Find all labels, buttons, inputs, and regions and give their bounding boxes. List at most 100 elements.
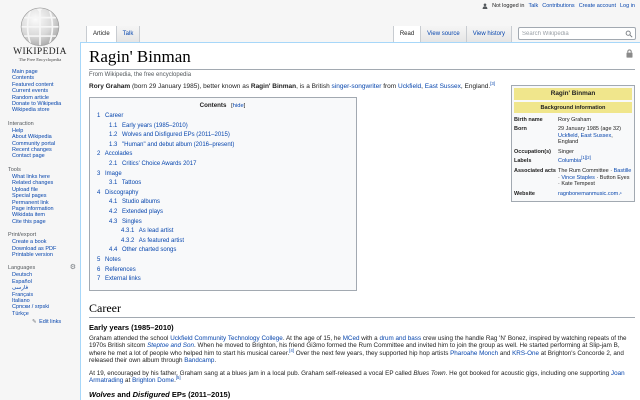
toc-entry[interactable]: 6 References — [97, 266, 348, 276]
view-tab[interactable]: View history — [465, 26, 512, 42]
toc-entry-number: 2 — [97, 151, 101, 158]
inline-link[interactable]: singer-songwriter — [332, 83, 382, 90]
toc-entry[interactable]: 1.1 Early years (1985–2010) — [109, 122, 348, 132]
toc-entry-number: 5 — [97, 256, 101, 263]
sidebar-item[interactable]: Printable version — [8, 252, 76, 258]
wikipedia-logo[interactable]: WIKIPEDIA The Free Encyclopedia — [0, 0, 80, 63]
view-tab[interactable]: Read — [392, 26, 421, 42]
toc-entry[interactable]: 1.3 "Human" and debut album (2016–presen… — [109, 141, 348, 151]
text-run: , England. — [460, 83, 491, 90]
infobox-row-value: ragnbonemanmusic.com↗ — [558, 191, 632, 198]
toc-entry[interactable]: 3 Image — [97, 170, 348, 180]
sidebar-section-title: Languages — [8, 265, 36, 272]
toc-hide-toggle[interactable]: [hide] — [231, 103, 245, 109]
search-icon[interactable] — [625, 30, 633, 38]
infobox-row: Born 29 January 1985 (age 32) Uckfield, … — [514, 125, 632, 148]
toc-entry-label: Tattoos — [121, 180, 142, 187]
toc-entry[interactable]: 4.1 Studio albums — [109, 198, 348, 208]
inline-link[interactable]: Brighton Dome — [132, 377, 174, 384]
padlock-icon[interactable] — [626, 49, 633, 58]
sidebar-section: Interaction Help About Wikipedia Community… — [0, 121, 80, 160]
inline-link[interactable]: MCed — [343, 335, 360, 342]
user-icon — [482, 3, 488, 9]
inline-link[interactable]: Vince Staples — [561, 175, 595, 181]
view-tab[interactable]: View source — [420, 26, 466, 42]
inline-link[interactable]: Uckfield — [398, 83, 421, 90]
inline-link[interactable]: Bandcamp — [184, 357, 214, 364]
toc-entry[interactable]: 1.2 Wolves and Disfigured EPs (2011–2015… — [109, 131, 348, 141]
toc-entry[interactable]: 5 Notes — [97, 256, 348, 266]
toc-entry[interactable]: 3.1 Tattoos — [109, 179, 348, 189]
page-tab[interactable]: Talk — [115, 26, 141, 42]
inline-link[interactable]: [3] — [490, 81, 495, 86]
sidebar-item[interactable]: Türkçe — [8, 311, 76, 317]
toc-entry[interactable]: 2.1 Critics' Choice Awards 2017 — [109, 160, 348, 170]
text-run: The Rum Committee · — [558, 168, 614, 175]
inline-link[interactable]: Steptoe and Son — [147, 342, 194, 349]
text-run: at — [123, 377, 133, 385]
edit-links-label: Edit links — [39, 319, 62, 326]
toc-entry-label: "Human" and debut album (2016–present) — [122, 141, 235, 148]
toc-entry-label: Notes — [105, 256, 121, 263]
inline-link[interactable]: Columbia — [558, 158, 581, 164]
toc-entry[interactable]: 2 Accolades — [97, 150, 348, 160]
toc-list: 1 Career 1.1 Early years (1985–2010) 1.2… — [97, 112, 348, 285]
sidebar-section-header: Print/export — [8, 232, 76, 238]
inline-link[interactable]: [1][2] — [581, 156, 591, 161]
text-run: Wolves — [89, 389, 116, 399]
infobox-row-value: Columbia[1][2] — [558, 156, 632, 165]
toc-entry-label: Extended plays — [122, 208, 164, 215]
toc-entry-number: 2.1 — [109, 160, 118, 167]
inline-link[interactable]: East Sussex — [581, 133, 612, 139]
personal-bar-item[interactable]: Create account — [579, 3, 616, 9]
text-run: ] — [243, 103, 246, 109]
infobox-subheader: Background information — [514, 102, 632, 113]
search-input[interactable] — [519, 30, 625, 37]
sidebar-section-items: Deutsch Español فارسی Français Italiano Српск… — [8, 272, 76, 317]
toc-entry[interactable]: 7 External links — [97, 275, 348, 285]
toc-entry-label: Discography — [105, 189, 139, 196]
personal-bar: Not logged in Talk Contributions Create acc… — [482, 3, 635, 9]
toc-entry[interactable]: 4.3.1 As lead artist — [121, 227, 348, 237]
text-run: Ragin' Binman — [250, 83, 297, 90]
section-heading-career: Career — [89, 301, 635, 318]
toc-entry[interactable]: 4.3.2 As featured artist — [121, 237, 348, 247]
toc-entry[interactable]: 4 Discography — [97, 189, 348, 199]
page-tab[interactable]: Article — [86, 26, 116, 42]
inline-link[interactable]: KRS-One — [512, 350, 539, 357]
inline-link[interactable]: Pharoahe Monch — [450, 350, 498, 357]
personal-bar-item[interactable]: Log in — [620, 3, 635, 9]
personal-bar-item[interactable]: Talk — [528, 3, 538, 9]
sidebar-section-title: Print/export — [8, 232, 37, 239]
toc-entry[interactable]: 1 Career — [97, 112, 348, 122]
personal-bar-item[interactable]: Contributions — [542, 3, 574, 9]
sidebar-item[interactable]: Cite this page — [8, 219, 76, 225]
sidebar-section-items: Create a book Download as PDF Printable ve… — [8, 239, 76, 258]
personal-bar-item[interactable]: Not logged in — [492, 3, 524, 9]
toc-entry[interactable]: 4.4 Other charted songs — [109, 246, 348, 256]
inline-link[interactable]: Uckfield Community Technology College — [170, 335, 283, 342]
inline-link[interactable]: East Sussex — [425, 83, 461, 90]
inline-link[interactable]: Bastille — [614, 168, 632, 174]
inline-link[interactable]: Uckfield — [558, 133, 578, 139]
sidebar-section-title: Interaction — [8, 120, 34, 127]
inline-link[interactable]: drum and bass — [379, 335, 421, 342]
text-run: Over the next few years, they supported … — [294, 349, 451, 357]
inline-link[interactable]: [5] — [176, 375, 181, 380]
inline-link[interactable]: hide — [233, 103, 244, 109]
gear-icon[interactable]: ⚙ — [70, 264, 76, 271]
edit-links[interactable]: ✎ Edit links — [8, 319, 76, 325]
wikipedia-wordmark: WIKIPEDIA — [13, 47, 67, 57]
infobox-row-value: The Rum Committee · Bastille · Vince Sta… — [558, 168, 632, 188]
toc-entry-number: 4.4 — [109, 247, 118, 254]
sidebar-section: Languages ⚙ Deutsch Español فارسی Français I… — [0, 264, 80, 325]
toc-entry[interactable]: 4.3 Singles — [109, 218, 348, 228]
inline-link[interactable]: ragnbonemanmusic.com — [558, 191, 618, 197]
toc-entry[interactable]: 4.2 Extended plays — [109, 208, 348, 218]
sidebar-section-header: Interaction — [8, 121, 76, 127]
sidebar-item[interactable]: Contact page — [8, 153, 76, 159]
sidebar-item[interactable]: Wikipedia store — [8, 107, 76, 113]
text-run: . He got booked for acoustic gigs, inclu… — [445, 369, 611, 377]
infobox-title: Ragin' Binman — [514, 88, 632, 100]
sidebar-section-items: What links here Related changes Upload fil… — [8, 174, 76, 225]
